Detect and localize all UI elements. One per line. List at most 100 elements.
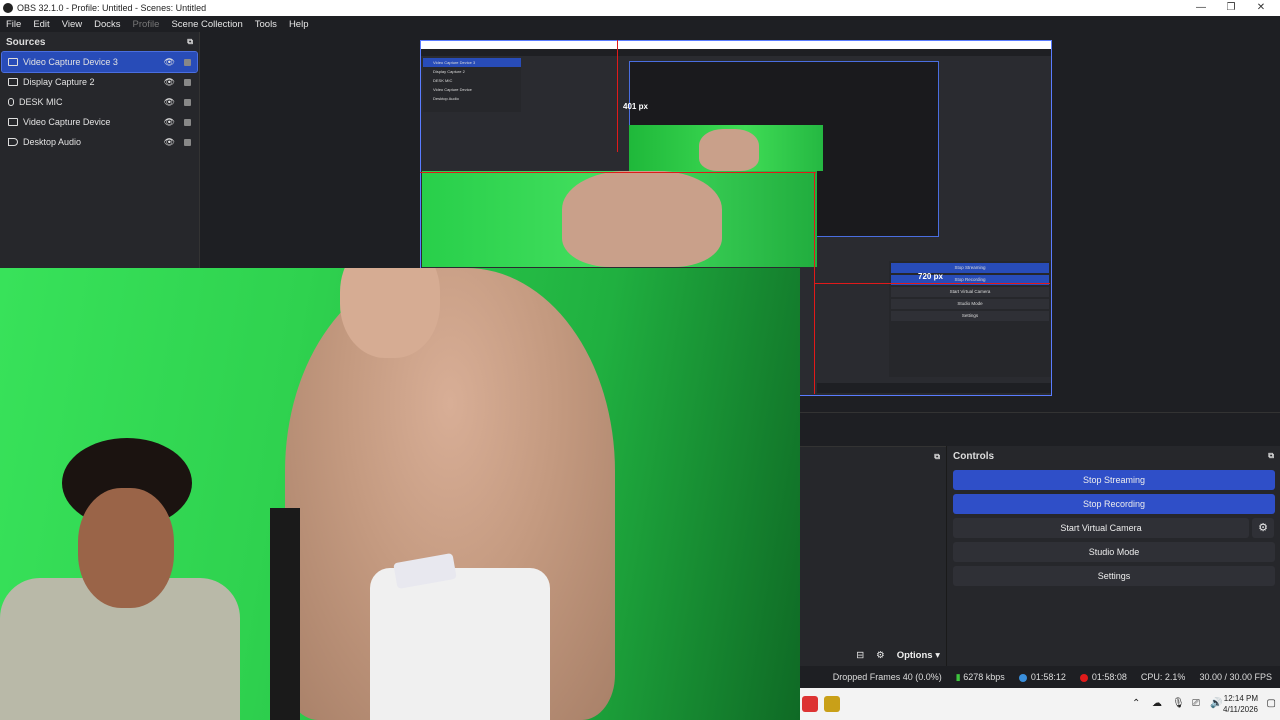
source-item[interactable]: Video Capture Device 👁 [2, 112, 197, 132]
stop-streaming-button[interactable]: Stop Streaming [953, 470, 1275, 490]
notification-icon[interactable]: ▢ [1267, 698, 1276, 709]
nested-title-bar [421, 41, 1051, 49]
bitrate-value: 6278 kbps [963, 671, 1005, 682]
nested-source-row: DESK MIC [433, 78, 453, 83]
source-item[interactable]: DESK MIC 👁 [2, 92, 197, 112]
controls-dock: Controls ⧉ Stop Streaming Stop Recording… [946, 446, 1280, 666]
nested-controls-dock: Stop Streaming Stop Recording Start Virt… [889, 261, 1051, 377]
gear-icon[interactable]: ⚙ [1252, 518, 1274, 538]
dock-undock-icon[interactable]: ⧉ [187, 37, 193, 47]
minimize-icon[interactable]: — [1186, 0, 1216, 16]
source-label: DESK MIC [19, 97, 63, 107]
lock-icon[interactable] [184, 138, 191, 146]
signal-bars-icon: ▮ [955, 671, 961, 682]
lock-icon[interactable] [184, 78, 191, 86]
nested-source-row: Video Capture Device [433, 87, 472, 92]
nested-person [562, 171, 722, 267]
menu-file[interactable]: File [0, 19, 27, 30]
menu-docks[interactable]: Docks [88, 19, 126, 30]
lock-icon[interactable] [184, 58, 191, 66]
settings-button[interactable]: Settings [953, 566, 1275, 586]
camera-icon [8, 118, 18, 126]
controls-header: Controls ⧉ [947, 446, 1280, 466]
stop-recording-button[interactable]: Stop Recording [953, 494, 1275, 514]
nested-sources-dock: Video Capture Device 3 Display Capture 2… [423, 58, 521, 112]
bitrate-status: ▮ 6278 kbps [956, 672, 1005, 683]
visibility-eye-icon[interactable]: 👁 [164, 117, 175, 128]
source-item[interactable]: Video Capture Device 3 👁 [1, 51, 198, 73]
nested-control-button: Stop Streaming [891, 263, 1049, 273]
advanced-audio-icon[interactable]: ⚙ [876, 650, 885, 661]
tripod [270, 508, 300, 720]
source-label: Video Capture Device [23, 117, 111, 127]
sources-dock: Sources ⧉ Video Capture Device 3 👁 Displ… [0, 32, 200, 268]
record-icon [1079, 673, 1088, 682]
start-virtual-camera-button[interactable]: Start Virtual Camera [953, 518, 1249, 538]
camera-icon [8, 58, 18, 66]
lock-icon[interactable] [184, 118, 191, 126]
person-head [340, 268, 440, 358]
person-seated [0, 438, 240, 720]
status-bar: Dropped Frames 40 (0.0%) ▮ 6278 kbps 01:… [800, 666, 1280, 688]
stream-status: 01:58:12 [1018, 672, 1066, 682]
nested-green-screen-feed [629, 125, 823, 171]
person-shorts [370, 568, 550, 720]
menu-edit[interactable]: Edit [27, 19, 55, 30]
app-icon[interactable] [824, 696, 840, 712]
menu-view[interactable]: View [56, 19, 88, 30]
mixer-toolbar: ⊟ ⚙ Options ▾ [800, 644, 946, 666]
studio-mode-button[interactable]: Studio Mode [953, 542, 1275, 562]
maximize-icon[interactable]: ❐ [1216, 0, 1246, 16]
chevron-up-icon[interactable]: ⌃ [1132, 698, 1140, 709]
menu-scene-collection[interactable]: Scene Collection [165, 19, 248, 30]
dock-undock-icon[interactable]: ⧉ [934, 452, 940, 462]
transform-guide-horizontal [814, 283, 1050, 284]
width-guide-label: 401 px [623, 102, 648, 111]
nested-source-row: Desktop Audio [433, 96, 459, 101]
clock[interactable]: 12:14 PM 4/11/2026 [1223, 693, 1258, 715]
virtual-camera-settings[interactable]: ⚙ [1252, 518, 1280, 538]
clock-time: 12:14 PM [1223, 694, 1258, 703]
lock-icon[interactable] [184, 98, 191, 106]
nested-person [699, 129, 759, 171]
network-icon[interactable]: ⎚ [1192, 698, 1200, 709]
layout-icon[interactable]: ⊟ [856, 650, 864, 661]
speaker-icon [8, 138, 18, 146]
menu-tools[interactable]: Tools [249, 19, 283, 30]
dock-undock-icon[interactable]: ⧉ [1268, 451, 1274, 461]
rec-time: 01:58:08 [1091, 672, 1127, 682]
title-bar: OBS 32.1.0 - Profile: Untitled - Scenes:… [0, 0, 1280, 16]
close-icon[interactable]: ✕ [1246, 0, 1276, 16]
nested-control-button: Settings [891, 311, 1049, 321]
menu-profile[interactable]: Profile [127, 19, 166, 30]
taskbar: ⌃ ☁ 🎙 ⎚ 🔊 12:14 PM 4/11/2026 ▢ [800, 688, 1280, 720]
transform-bound-top [420, 172, 816, 173]
mic-tray-icon[interactable]: 🎙 [1172, 698, 1185, 709]
cpu-usage: CPU: 2.1% [1140, 672, 1186, 682]
source-label: Video Capture Device 3 [23, 57, 118, 67]
nested-source-row: Video Capture Device 3 [423, 58, 521, 67]
visibility-eye-icon[interactable]: 👁 [164, 57, 175, 68]
sources-header: Sources ⧉ [0, 32, 199, 52]
stream-icon [1018, 673, 1027, 682]
app-icon[interactable] [802, 696, 818, 712]
options-dropdown[interactable]: Options ▾ [897, 650, 940, 661]
nested-source-row: Display Capture 2 [433, 69, 465, 74]
transform-guide-vertical [617, 40, 618, 152]
dock-strip [800, 412, 1280, 446]
menu-bar: File Edit View Docks Profile Scene Colle… [0, 16, 1280, 32]
sources-title: Sources [6, 36, 46, 48]
monitor-icon [8, 78, 18, 86]
rec-status: 01:58:08 [1079, 672, 1127, 682]
visibility-eye-icon[interactable]: 👁 [164, 137, 175, 148]
volume-icon[interactable]: 🔊 [1210, 698, 1222, 709]
menu-help[interactable]: Help [283, 19, 315, 30]
visibility-eye-icon[interactable]: 👁 [164, 97, 175, 108]
source-item[interactable]: Display Capture 2 👁 [2, 72, 197, 92]
visibility-eye-icon[interactable]: 👁 [164, 77, 175, 88]
cloud-icon[interactable]: ☁ [1152, 698, 1162, 709]
nested-status-bar [817, 383, 1051, 393]
obs-logo-icon [3, 3, 13, 13]
source-item[interactable]: Desktop Audio 👁 [2, 132, 197, 152]
height-guide-label: 720 px [918, 272, 943, 281]
